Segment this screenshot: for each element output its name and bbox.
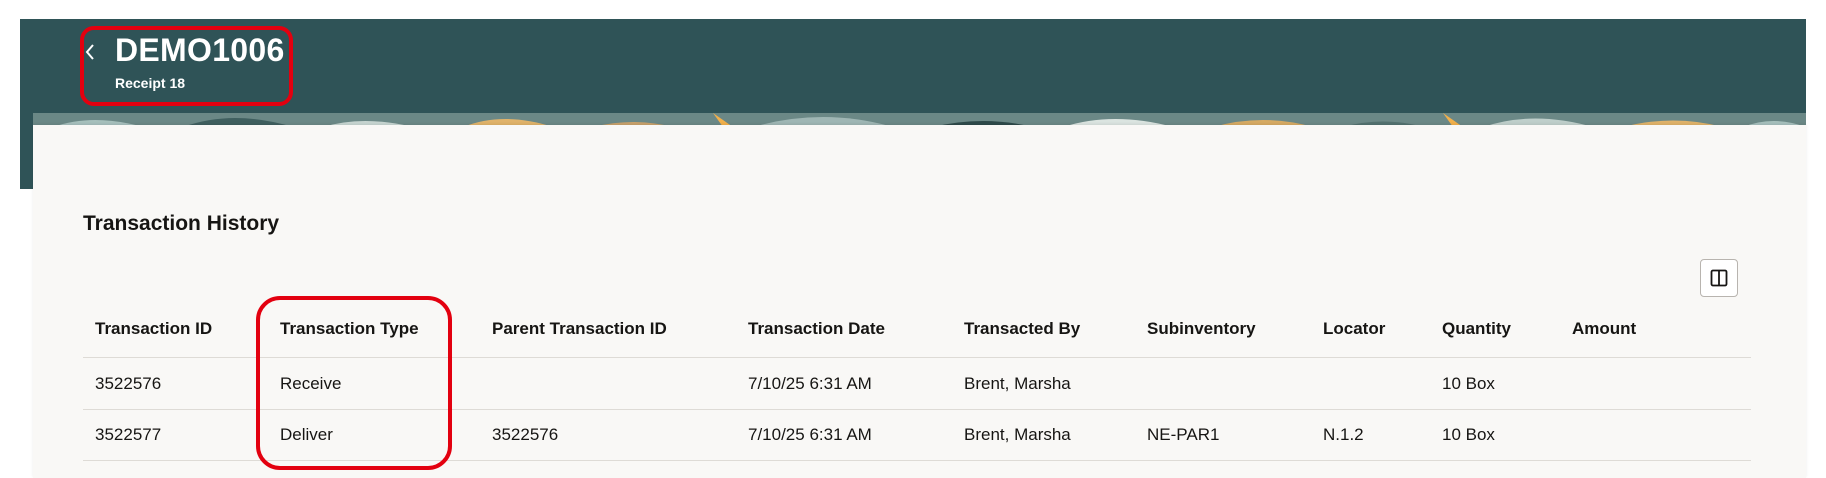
table-cell: 10 Box (1442, 425, 1495, 444)
table-header-row: Transaction ID Transaction Type Parent T… (83, 313, 1751, 358)
table-row[interactable]: 3522577 Deliver 3522576 7/10/25 6:31 AM … (83, 409, 1751, 461)
table-cell: 3522576 (492, 425, 559, 444)
column-layout-icon (1710, 269, 1728, 287)
column-header[interactable]: Transaction ID (95, 319, 212, 339)
column-header[interactable]: Transaction Date (748, 319, 885, 339)
table-cell: 10 Box (1442, 374, 1495, 393)
table-cell: Brent, Marsha (964, 425, 1071, 444)
column-header[interactable]: Parent Transaction ID (492, 319, 667, 339)
section-title: Transaction History (83, 212, 280, 235)
table-cell: Deliver (280, 425, 333, 444)
table-cell: N.1.2 (1323, 425, 1364, 444)
table-cell: 3522577 (95, 425, 162, 444)
table-row[interactable]: 3522576 Receive 7/10/25 6:31 AM Brent, M… (83, 358, 1751, 410)
column-header[interactable]: Subinventory (1147, 319, 1256, 339)
chevron-left-icon (85, 44, 94, 60)
table-cell: 7/10/25 6:31 AM (748, 374, 872, 393)
column-header[interactable]: Amount (1572, 319, 1636, 339)
page-subtitle: Receipt 18 (115, 75, 186, 91)
table-cell: NE-PAR1 (1147, 425, 1220, 444)
column-layout-button[interactable] (1700, 259, 1738, 297)
table-cell: 7/10/25 6:31 AM (748, 425, 872, 444)
table-cell: Brent, Marsha (964, 374, 1071, 393)
column-header[interactable]: Transacted By (964, 319, 1080, 339)
column-header[interactable]: Transaction Type (280, 319, 419, 339)
table-cell: Receive (280, 374, 342, 393)
column-header[interactable]: Locator (1323, 319, 1385, 339)
column-header[interactable]: Quantity (1442, 319, 1511, 339)
back-button[interactable] (80, 38, 100, 66)
page-title: DEMO1006 (115, 32, 285, 68)
table-cell: 3522576 (95, 374, 162, 393)
